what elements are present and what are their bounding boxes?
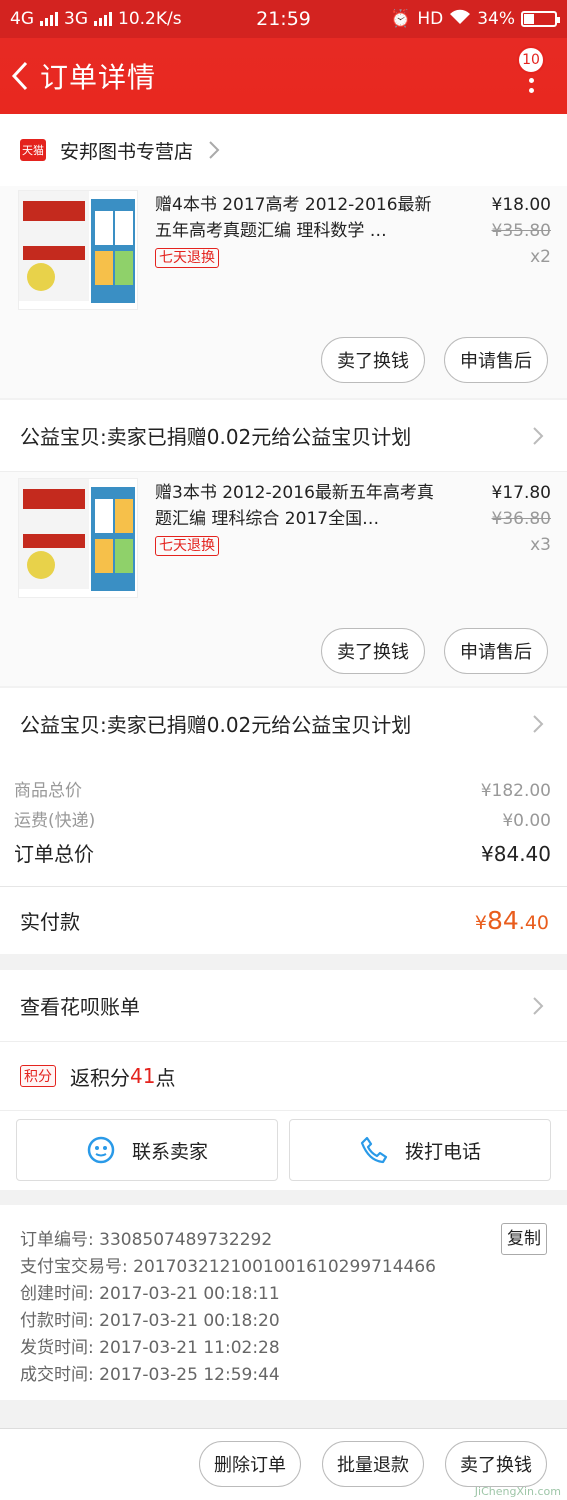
page-title: 订单详情 [40,61,157,94]
product-title: 赠4本书 2017高考 2012-2016最新五年高考真题汇编 理科数学 … [155,195,432,241]
after-sales-button[interactable]: 申请售后 [444,628,548,674]
chevron-left-icon [11,61,28,91]
network-4g: 4G [10,9,34,29]
order-item[interactable]: 赠3本书 2012-2016最新五年高考真题汇编 理科综合 2017全国… 七天… [0,472,567,686]
sell-button[interactable]: 卖了换钱 [321,628,425,674]
goods-total-row: 商品总价 ¥182.00 [14,776,551,806]
alarm-icon: ⏰ [390,9,412,29]
goods-total-value: ¥182.00 [480,781,551,801]
bottom-action-bar: 删除订单 批量退款 卖了换钱 JiChengXin.com [0,1428,567,1500]
contact-seller-button[interactable]: 联系卖家 [16,1119,278,1181]
original-price: ¥36.80 [491,509,551,529]
completed-time: 成交时间: 2017-03-25 12:59:44 [20,1365,280,1385]
watermark: JiChengXin.com [474,1485,561,1498]
goods-total-label: 商品总价 [14,781,82,801]
order-total-row: 订单总价 ¥84.40 [14,836,551,872]
phone-icon [360,1136,388,1164]
seven-day-return-tag: 七天退换 [155,248,219,268]
price: ¥17.80 [491,483,551,503]
created-time: 创建时间: 2017-03-21 00:18:11 [20,1284,280,1304]
delete-order-button[interactable]: 删除订单 [199,1441,301,1487]
chevron-right-icon [209,141,220,159]
product-info: 赠4本书 2017高考 2012-2016最新五年高考真题汇编 理科数学 … 七… [155,192,440,270]
shipping-row: 运费(快递) ¥0.00 [14,806,551,836]
seven-day-return-tag: 七天退换 [155,536,219,556]
paid-row: 实付款 ¥84.40 [0,886,567,954]
charity-text: 公益宝贝:卖家已捐赠0.02元给公益宝贝计划 [20,425,412,449]
shipped-time: 发货时间: 2017-03-21 11:02:28 [20,1338,280,1358]
quantity: x3 [530,535,551,555]
huabei-bill-row[interactable]: 查看花呗账单 [0,970,567,1042]
alipay-number: 支付宝交易号: 2017032121001001610299714466 [20,1257,436,1277]
contact-bar: 联系卖家 拨打电话 [0,1110,567,1190]
chevron-right-icon [533,996,544,1015]
paid-integer: 84 [486,906,519,935]
paid-decimal: .40 [518,912,549,934]
more-dots-icon [528,78,534,93]
points-tag: 积分 [20,1065,56,1087]
price-block: ¥18.00 ¥35.80 x2 [492,192,551,270]
nav-bar: 订单详情 10 [0,38,567,114]
order-total-label: 订单总价 [14,842,94,866]
chat-icon [87,1136,115,1164]
chevron-right-icon [533,426,544,445]
huabei-label: 查看花呗账单 [20,995,140,1019]
chevron-right-icon [533,714,544,733]
order-item[interactable]: 赠4本书 2017高考 2012-2016最新五年高考真题汇编 理科数学 … 七… [0,186,567,398]
sell-order-button[interactable]: 卖了换钱 [445,1441,547,1487]
network-3g: 3G [64,9,88,29]
signal-icon-2 [94,12,112,26]
points-prefix: 返积分 [70,1065,130,1090]
product-thumbnail [18,190,138,310]
charity-text: 公益宝贝:卖家已捐赠0.02元给公益宝贝计划 [20,713,412,737]
back-button[interactable] [0,38,40,114]
order-number: 订单编号: 3308507489732292 [20,1230,273,1250]
message-count-badge: 10 [517,46,545,74]
net-speed: 10.2K/s [118,9,182,29]
product-title: 赠3本书 2012-2016最新五年高考真题汇编 理科综合 2017全国… [155,483,434,529]
product-info: 赠3本书 2012-2016最新五年高考真题汇编 理科综合 2017全国… 七天… [155,480,440,558]
price-block: ¥17.80 ¥36.80 x3 [492,480,551,558]
tmall-badge: 天猫 [20,139,46,161]
charity-row[interactable]: 公益宝贝:卖家已捐赠0.02元给公益宝贝计划 [0,400,567,472]
hd-indicator: HD [417,9,444,29]
paid-amount: ¥84.40 [475,906,549,935]
points-suffix: 点 [155,1065,176,1090]
original-price: ¥35.80 [491,221,551,241]
call-label: 拨打电话 [404,1140,481,1163]
wifi-icon [449,9,471,30]
batch-refund-button[interactable]: 批量退款 [322,1441,424,1487]
points-row: 积分 返积分 41 点 [0,1042,567,1110]
sell-button[interactable]: 卖了换钱 [321,337,425,383]
shop-name: 安邦图书专营店 [60,140,194,163]
product-thumbnail [18,478,138,598]
paid-label: 实付款 [20,910,80,934]
paid-currency: ¥ [474,912,487,934]
more-button[interactable]: 10 [511,46,551,106]
call-button[interactable]: 拨打电话 [289,1119,551,1181]
battery-percent: 34% [477,9,515,29]
price: ¥18.00 [491,195,551,215]
contact-seller-label: 联系卖家 [131,1140,208,1163]
shop-header[interactable]: 天猫 安邦图书专营店 [0,114,567,186]
points-number: 41 [130,1064,156,1088]
after-sales-button[interactable]: 申请售后 [444,337,548,383]
charity-row[interactable]: 公益宝贝:卖家已捐赠0.02元给公益宝贝计划 [0,688,567,760]
price-summary: 商品总价 ¥182.00 运费(快递) ¥0.00 订单总价 ¥84.40 [0,758,567,886]
shipping-value: ¥0.00 [502,811,551,831]
battery-icon [521,11,560,27]
status-bar: 4G 3G 10.2K/s 21:59 ⏰ HD 34% [0,0,567,38]
battery-level-fill [524,14,534,24]
order-total-value: ¥84.40 [481,842,551,866]
quantity: x2 [530,247,551,267]
paid-time: 付款时间: 2017-03-21 00:18:20 [20,1311,280,1331]
shipping-label: 运费(快递) [14,811,96,831]
copy-button[interactable]: 复制 [501,1223,547,1255]
order-info: 订单编号: 3308507489732292 支付宝交易号: 201703212… [0,1205,567,1400]
signal-icon [40,12,58,26]
